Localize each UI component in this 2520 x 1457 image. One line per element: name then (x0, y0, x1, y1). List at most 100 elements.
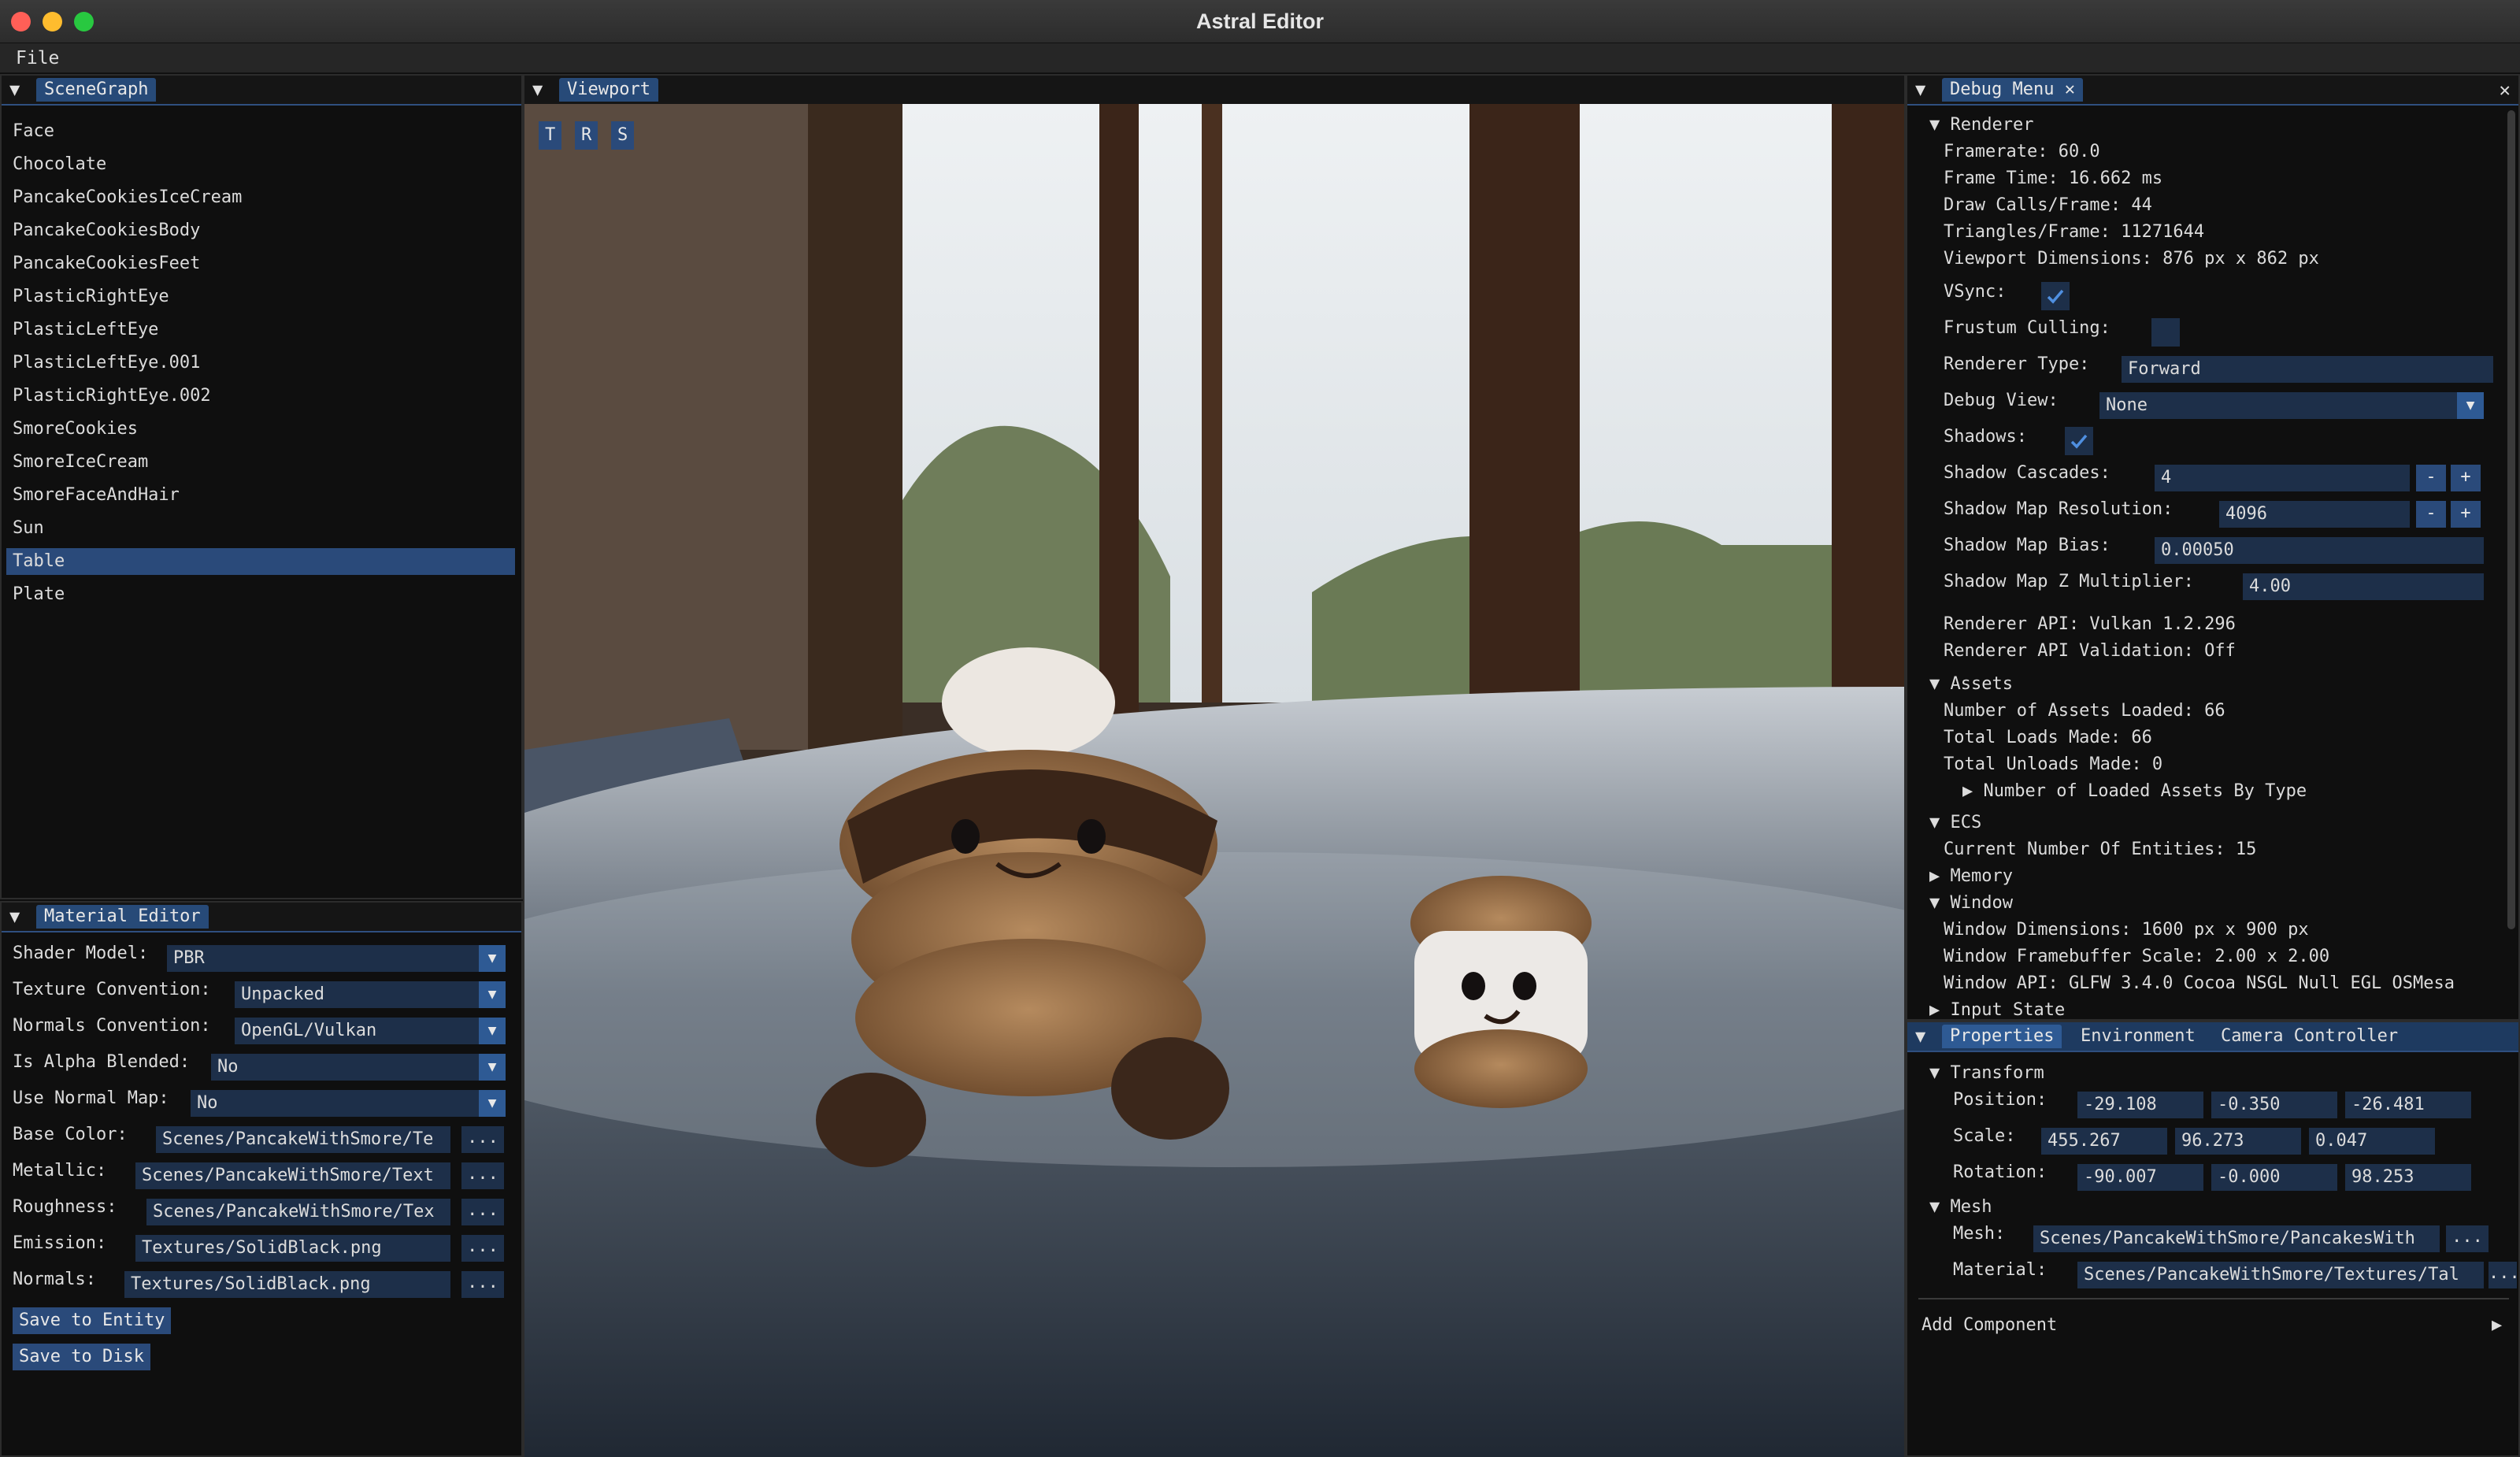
browse-button[interactable]: ... (461, 1199, 504, 1225)
tab-camera-controller[interactable]: Camera Controller (2213, 1025, 2406, 1048)
shadow-cascades-input[interactable]: 4 (2155, 465, 2410, 491)
renderer-api-text: Renderer API: Vulkan 1.2.296 (1944, 614, 2236, 634)
collapse-arrow-icon[interactable]: ▼ (9, 80, 20, 100)
material-browse-button[interactable]: ... (2488, 1262, 2520, 1288)
material-dropdown[interactable]: PBR ▼ (167, 945, 506, 972)
position-y-input[interactable]: -0.350 (2211, 1092, 2337, 1118)
shadow-map-bias-input[interactable]: 0.00050 (2155, 537, 2484, 564)
dropdown-arrow-icon[interactable]: ▼ (479, 945, 506, 972)
material-field-label: Normals Convention: (13, 1016, 211, 1036)
material-dropdown[interactable]: OpenGL/Vulkan ▼ (235, 1018, 506, 1044)
scenegraph-item[interactable]: PancakeCookiesFeet (13, 254, 200, 273)
scenegraph-item[interactable]: PlasticLeftEye (13, 320, 158, 339)
shadow-cascades-decrement-button[interactable]: - (2416, 465, 2446, 491)
save-to-disk-button[interactable]: Save to Disk (13, 1344, 150, 1370)
tab-scenegraph[interactable]: SceneGraph (36, 78, 157, 102)
assets-header[interactable]: ▼ Assets (1929, 674, 2013, 694)
scale-x-input[interactable]: 455.267 (2041, 1128, 2167, 1155)
scenegraph-item[interactable]: SmoreIceCream (13, 452, 148, 472)
add-component-button[interactable]: Add Component (1922, 1315, 2057, 1335)
gizmo-t-button[interactable]: T (539, 121, 562, 150)
material-dropdown[interactable]: No ▼ (211, 1054, 506, 1081)
collapse-arrow-icon[interactable]: ▼ (9, 907, 20, 927)
material-path-field[interactable]: Scenes/PancakeWithSmore/Textures/Tal (2077, 1262, 2484, 1288)
material-texture-path-field[interactable]: Scenes/PancakeWithSmore/Tex (146, 1199, 450, 1225)
scale-z-input[interactable]: 0.047 (2309, 1128, 2435, 1155)
tab-environment[interactable]: Environment (2073, 1025, 2203, 1048)
mesh-header[interactable]: ▼ Mesh (1929, 1197, 1992, 1217)
framerate-text: Framerate: 60.0 (1944, 142, 2100, 161)
scenegraph-item[interactable]: PlasticRightEye.002 (13, 386, 211, 406)
shadow-map-resolution-decrement-button[interactable]: - (2416, 501, 2446, 528)
material-field-label: Use Normal Map: (13, 1088, 169, 1108)
save-to-entity-button[interactable]: Save to Entity (13, 1307, 172, 1334)
material-texture-path-field[interactable]: Textures/SolidBlack.png (135, 1235, 450, 1262)
input-state-header[interactable]: ▶ Input State (1929, 1000, 2065, 1021)
dropdown-arrow-icon[interactable]: ▼ (479, 1054, 506, 1081)
viewport-render[interactable]: TRS (524, 104, 1904, 1457)
browse-button[interactable]: ... (461, 1126, 504, 1153)
dropdown-arrow-icon[interactable]: ▼ (479, 1090, 506, 1117)
close-tab-icon[interactable]: ✕ (2065, 80, 2075, 99)
rotation-x-input[interactable]: -90.007 (2077, 1164, 2203, 1191)
scenegraph-item[interactable]: SmoreCookies (13, 419, 138, 439)
scenegraph-item[interactable]: PancakeCookiesBody (13, 221, 200, 240)
material-texture-path-field[interactable]: Textures/SolidBlack.png (124, 1271, 450, 1298)
collapse-arrow-icon[interactable]: ▼ (1915, 80, 1925, 100)
scenegraph-item[interactable]: PancakeCookiesIceCream (13, 187, 242, 207)
rotation-y-input[interactable]: -0.000 (2211, 1164, 2337, 1191)
mesh-browse-button[interactable]: ... (2446, 1225, 2488, 1252)
renderer-type-field[interactable]: Forward (2122, 356, 2493, 383)
collapse-arrow-icon[interactable]: ▼ (1915, 1027, 1925, 1047)
ecs-header[interactable]: ▼ ECS (1929, 813, 1981, 832)
debug-view-dropdown[interactable]: None ▼ (2099, 392, 2484, 419)
gizmo-s-button[interactable]: S (611, 121, 635, 150)
menu-file[interactable]: File (16, 48, 59, 69)
scrollbar[interactable] (2507, 110, 2515, 929)
assets-by-type-node[interactable]: ▶ Number of Loaded Assets By Type (1962, 781, 2307, 801)
position-z-input[interactable]: -26.481 (2345, 1092, 2471, 1118)
dropdown-arrow-icon[interactable]: ▼ (479, 981, 506, 1008)
transform-header[interactable]: ▼ Transform (1929, 1063, 2044, 1083)
scale-y-input[interactable]: 96.273 (2175, 1128, 2301, 1155)
tab-debug-menu[interactable]: Debug Menu ✕ (1942, 78, 2083, 102)
tab-material-editor[interactable]: Material Editor (36, 905, 209, 929)
scenegraph-item[interactable]: Plate (13, 584, 65, 604)
memory-header[interactable]: ▶ Memory (1929, 866, 2013, 886)
shadow-map-z-multiplier-input[interactable]: 4.00 (2243, 573, 2484, 600)
gizmo-r-button[interactable]: R (575, 121, 598, 150)
scenegraph-item[interactable]: Sun (13, 518, 44, 538)
window-header[interactable]: ▼ Window (1929, 893, 2013, 913)
scenegraph-item[interactable]: Face (13, 121, 54, 141)
scenegraph-item[interactable]: Table (13, 551, 65, 571)
material-dropdown[interactable]: Unpacked ▼ (235, 981, 506, 1008)
tab-viewport[interactable]: Viewport (559, 78, 658, 102)
shadow-cascades-increment-button[interactable]: + (2451, 465, 2481, 491)
shadow-map-resolution-label: Shadow Map Resolution: (1944, 499, 2174, 519)
material-texture-path-field[interactable]: Scenes/PancakeWithSmore/Te (156, 1126, 450, 1153)
frustum-culling-checkbox[interactable] (2151, 318, 2180, 347)
material-texture-path-field[interactable]: Scenes/PancakeWithSmore/Text (135, 1162, 450, 1189)
tab-properties[interactable]: Properties (1942, 1025, 2062, 1048)
renderer-header[interactable]: ▼ Renderer (1929, 115, 2033, 135)
browse-button[interactable]: ... (461, 1162, 504, 1189)
position-x-input[interactable]: -29.108 (2077, 1092, 2203, 1118)
collapse-arrow-icon[interactable]: ▼ (532, 80, 543, 100)
scenegraph-item[interactable]: SmoreFaceAndHair (13, 485, 180, 505)
mesh-path-field[interactable]: Scenes/PancakeWithSmore/PancakesWith (2033, 1225, 2440, 1252)
browse-button[interactable]: ... (461, 1271, 504, 1298)
scenegraph-item[interactable]: PlasticRightEye (13, 287, 169, 306)
material-dropdown[interactable]: No ▼ (191, 1090, 506, 1117)
shadows-checkbox[interactable] (2065, 427, 2093, 455)
add-component-arrow-icon[interactable]: ▶ (2492, 1315, 2502, 1335)
shadow-map-resolution-increment-button[interactable]: + (2451, 501, 2481, 528)
browse-button[interactable]: ... (461, 1235, 504, 1262)
dropdown-arrow-icon[interactable]: ▼ (479, 1018, 506, 1044)
scenegraph-item[interactable]: Chocolate (13, 154, 106, 174)
rotation-z-input[interactable]: 98.253 (2345, 1164, 2471, 1191)
shadow-map-resolution-input[interactable]: 4096 (2219, 501, 2410, 528)
scenegraph-item[interactable]: PlasticLeftEye.001 (13, 353, 200, 373)
close-panel-icon[interactable]: ✕ (2500, 79, 2511, 101)
collapsed-arrow-icon: ▶ (1962, 781, 1973, 801)
vsync-checkbox[interactable] (2041, 282, 2070, 310)
